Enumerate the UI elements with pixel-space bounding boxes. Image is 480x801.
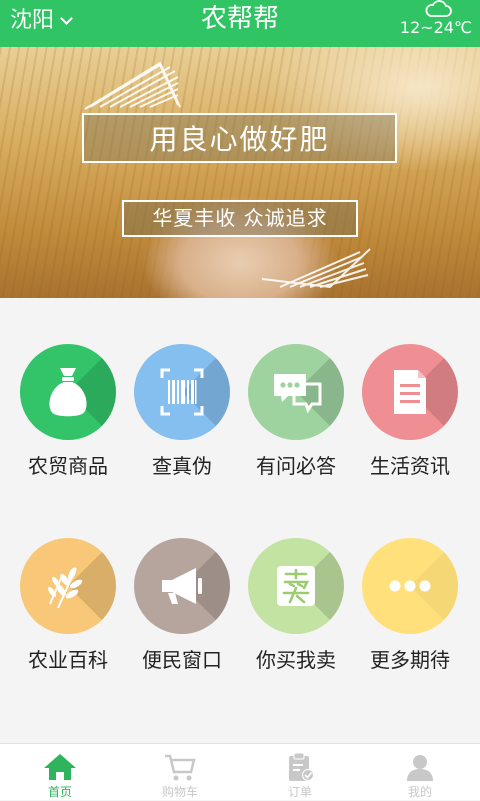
tab-orders[interactable]: 订单 [240,744,360,801]
weather-widget[interactable]: 12~24℃ [399,0,472,47]
banner-slogan-main: 用良心做好肥 [82,113,397,163]
banner-slogan-sub: 华夏丰收 众诚追求 [122,200,358,237]
cloud-icon [425,0,452,17]
clipboard-check-icon [289,752,314,781]
menu-item-verify[interactable]: 查真伪 [122,298,242,478]
menu-icon-circle [248,344,344,440]
tab-label: 首页 [47,785,72,799]
menu-icon-circle [248,538,344,634]
menu-icon-circle [362,538,458,634]
menu-item-service-window[interactable]: 便民窗口 [122,492,242,672]
menu-item-farm-goods[interactable]: 农贸商品 [8,298,128,478]
tab-label: 我的 [407,785,432,799]
barcode-scan-icon [160,368,204,416]
user-icon [407,755,433,781]
menu-item-label: 农贸商品 [28,454,108,478]
tab-cart[interactable]: 购物车 [120,744,240,801]
money-bag-icon [49,368,87,417]
temperature-text: 12~24℃ [399,18,472,37]
menu-item-label: 你买我卖 [256,648,336,672]
feature-grid: 农贸商品 查真伪 有问必答 生活资讯 农业百科 便民窗口 你买我卖 更多期待 [0,298,480,743]
bottom-tab-bar: 首页 购物车 订单 我的 [0,743,480,800]
menu-icon-circle [134,344,230,440]
menu-item-label: 更多期待 [370,648,450,672]
menu-icon-circle [20,344,116,440]
more-dots-icon [389,580,431,592]
menu-item-more[interactable]: 更多期待 [350,492,470,672]
menu-item-life-news[interactable]: 生活资讯 [350,298,470,478]
menu-item-label: 查真伪 [152,454,212,478]
wheat-icon [47,567,83,609]
menu-item-qa[interactable]: 有问必答 [236,298,356,478]
menu-icon-circle [20,538,116,634]
tab-label: 订单 [287,785,312,799]
banner[interactable]: 用良心做好肥 华夏丰收 众诚追求 [0,47,480,298]
menu-item-label: 生活资讯 [370,454,450,478]
cart-icon [165,754,196,781]
megaphone-icon [162,568,202,604]
sell-icon [277,566,315,606]
top-bar: 沈阳 农帮帮 12~24℃ [0,0,480,47]
menu-icon-circle [134,538,230,634]
menu-icon-circle [362,344,458,440]
menu-item-label: 有问必答 [256,454,336,478]
tab-profile[interactable]: 我的 [360,744,480,801]
document-icon [394,370,426,414]
menu-item-agri-wiki[interactable]: 农业百科 [8,492,128,672]
menu-item-label: 农业百科 [28,648,108,672]
tab-home[interactable]: 首页 [0,744,120,801]
menu-item-label: 便民窗口 [142,648,222,672]
tab-label: 购物车 [161,785,198,799]
home-icon [44,754,76,780]
menu-item-buy-sell[interactable]: 你买我卖 [236,492,356,672]
chat-bubbles-icon [274,374,322,414]
banner-ribbon-decoration [84,61,371,289]
